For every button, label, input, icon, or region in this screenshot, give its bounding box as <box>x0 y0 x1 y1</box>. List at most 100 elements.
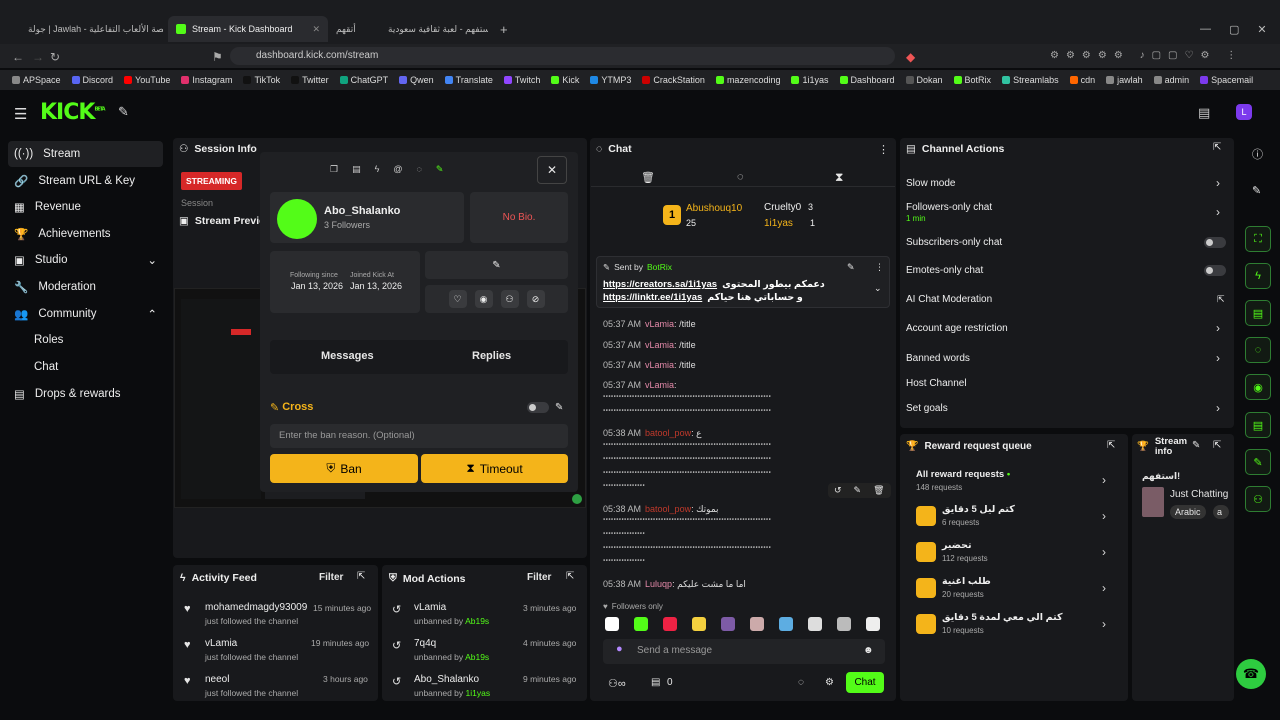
popout-icon[interactable]: ⇱ <box>357 571 365 582</box>
mic-icon[interactable]: ● <box>616 643 623 655</box>
url-bar[interactable]: dashboard.kick.com/stream <box>230 47 895 65</box>
emote-icon[interactable] <box>634 617 648 631</box>
pinned-sender[interactable]: BotRix <box>647 262 672 273</box>
popout-icon[interactable]: ⇱ <box>1213 142 1221 153</box>
chevron-right-icon[interactable]: › <box>1102 545 1106 559</box>
rail-screen-icon[interactable]: ⛶ <box>1245 226 1271 252</box>
window-close-icon[interactable]: ✕ <box>1257 23 1266 36</box>
chevron-right-icon[interactable]: › <box>1216 205 1220 219</box>
slow-mode-item[interactable]: Slow mode <box>906 178 955 189</box>
tag-chip[interactable]: a <box>1213 505 1229 519</box>
more-options-icon[interactable]: ⋮ <box>875 262 884 273</box>
timeout-button[interactable]: ⧗ Timeout <box>421 454 568 483</box>
msg-user[interactable]: Luluqp <box>645 579 672 589</box>
chevron-right-icon[interactable]: › <box>1102 509 1106 523</box>
chat-message[interactable]: 05:38 AM batool_pow: بموتك <box>603 504 719 515</box>
category-thumbnail[interactable] <box>1142 487 1164 517</box>
followers-only-item[interactable]: Followers-only chat <box>906 202 992 213</box>
leader-name[interactable]: 1i1yas <box>764 218 793 229</box>
hourglass-icon[interactable]: ⧗ <box>835 170 843 185</box>
tag-chip[interactable]: Arabic <box>1170 505 1206 519</box>
forward-icon[interactable]: → <box>32 50 44 64</box>
tab-messages[interactable]: Messages <box>321 350 374 362</box>
rail-users-icon[interactable]: ⚇ <box>1245 486 1271 512</box>
users-icon[interactable]: ⚇∞ <box>608 677 626 690</box>
emote-icon[interactable] <box>692 617 706 631</box>
popout-icon[interactable]: ⇱ <box>566 571 574 582</box>
rail-broadcast-icon[interactable]: ◉ <box>1245 374 1271 400</box>
sidebar-item-studio[interactable]: ▣ Studio ⌄ <box>8 247 163 273</box>
emote-icon[interactable] <box>837 617 851 631</box>
sidebar-item-chat[interactable]: Chat <box>34 361 58 373</box>
username[interactable]: Abo_Shalanko <box>324 205 400 217</box>
new-tab-button[interactable]: + <box>500 18 508 40</box>
external-link-icon[interactable]: ⇱ <box>1217 294 1225 305</box>
support-icon[interactable]: ☎ <box>1236 659 1266 689</box>
browser-tab-jawlah[interactable]: جولة | Jawlah - منصة الألعاب التفاعلية <box>28 18 163 40</box>
rail-bolt-icon[interactable]: ϟ <box>1245 263 1271 289</box>
emote-icon[interactable] <box>721 617 735 631</box>
chat-input[interactable]: Send a message <box>603 639 885 664</box>
chevron-right-icon[interactable]: › <box>1102 581 1106 595</box>
hamburger-menu-icon[interactable]: ☰ <box>14 105 27 123</box>
more-options-icon[interactable]: ⋮ <box>878 143 889 156</box>
chat-message[interactable]: 05:37 AM vLamia: /title <box>603 360 696 370</box>
bookmark-cdn[interactable]: cdn <box>1069 75 1095 85</box>
send-chat-button[interactable]: Chat <box>846 672 884 693</box>
add-user-icon[interactable]: ⚇ <box>500 290 519 308</box>
sidebar-item-roles[interactable]: Roles <box>34 334 63 346</box>
moderator-name[interactable]: Ab19s <box>465 652 489 662</box>
mod-item-name[interactable]: Abo_Shalanko <box>414 674 479 685</box>
mention-icon[interactable]: @ <box>393 164 402 175</box>
minimize-icon[interactable]: — <box>1200 23 1211 35</box>
edit-note-button[interactable]: ✎ <box>425 251 568 279</box>
bookmark-twitter[interactable]: Twitter <box>291 75 329 85</box>
eye-icon[interactable]: ◉ <box>474 290 493 308</box>
rail-clipboard-icon[interactable]: ▤ <box>1245 300 1271 326</box>
bookmark-discord[interactable]: Discord <box>71 75 113 85</box>
bookmark-mazencoding[interactable]: mazencoding <box>715 75 780 85</box>
host-channel-item[interactable]: Host Channel <box>906 378 967 389</box>
ai-moderation-item[interactable]: AI Chat Moderation <box>906 294 992 305</box>
leader-name[interactable]: Abushouq10 <box>686 203 742 214</box>
pinned-link[interactable]: https://linktr.ee/1i1yas <box>603 292 702 303</box>
tab-replies[interactable]: Replies <box>472 350 511 362</box>
activity-filter-button[interactable]: Filter <box>319 572 343 583</box>
emoji-icon[interactable]: ☻ <box>863 645 874 656</box>
reward-name[interactable]: كتم ليل 5 دقايق <box>942 504 1015 515</box>
popout-icon[interactable]: ⇱ <box>1213 440 1221 451</box>
browser-tab-atqahum[interactable]: أتقهم <box>336 18 366 40</box>
chevron-right-icon[interactable]: › <box>1216 176 1220 190</box>
maximize-icon[interactable]: ▢ <box>1229 23 1239 36</box>
bookmark-jawlah[interactable]: jawlah <box>1106 75 1143 85</box>
chevron-right-icon[interactable]: › <box>1216 321 1220 335</box>
feed-item-name[interactable]: mohamedmagdy93009 <box>205 602 307 613</box>
reward-name[interactable]: كتم الي معي لمدة 5 دقايق <box>942 612 1062 623</box>
category-name[interactable]: Just Chatting <box>1170 489 1230 500</box>
bookmark-qwen[interactable]: Qwen <box>399 75 434 85</box>
pin-icon[interactable]: ✎ <box>847 262 855 273</box>
browser-tab-istifhim[interactable]: استفهم - لعبة ثقافية سعودية <box>388 18 488 40</box>
reward-name[interactable]: طلب اغنية <box>942 576 991 587</box>
chat-message[interactable]: 05:37 AM vLamia: /title <box>603 319 696 329</box>
chevron-right-icon[interactable]: › <box>1216 351 1220 365</box>
msg-user[interactable]: batool_pow <box>645 428 691 438</box>
mod-item-name[interactable]: vLamia <box>414 602 446 613</box>
chat-bubble-icon[interactable]: ◌ <box>798 677 804 688</box>
chat-message[interactable]: 05:38 AM batool_pow: ع <box>603 428 701 439</box>
bookmark-icon[interactable]: ⚑ <box>212 50 223 64</box>
avatar[interactable] <box>277 199 317 239</box>
chevron-right-icon[interactable]: › <box>1216 401 1220 415</box>
ban-reason-input[interactable]: Enter the ban reason. (Optional) <box>270 424 568 448</box>
emotes-only-toggle[interactable] <box>1204 265 1226 276</box>
account-age-item[interactable]: Account age restriction <box>906 323 1008 334</box>
avatar[interactable]: L <box>1236 104 1252 120</box>
bookmark-tiktok[interactable]: TikTok <box>243 75 280 85</box>
chevron-right-icon[interactable]: › <box>1102 473 1106 487</box>
chat-message[interactable]: 05:37 AM vLamia: /title <box>603 340 696 350</box>
subscribers-only-toggle[interactable] <box>1204 237 1226 248</box>
reward-name[interactable]: تحضير <box>942 540 972 551</box>
moderator-name[interactable]: 1i1yas <box>466 688 491 698</box>
info-icon[interactable]: ⓘ <box>1252 146 1263 162</box>
browser-tab-kick-dashboard[interactable]: Stream - Kick Dashboard ✕ <box>168 16 328 42</box>
